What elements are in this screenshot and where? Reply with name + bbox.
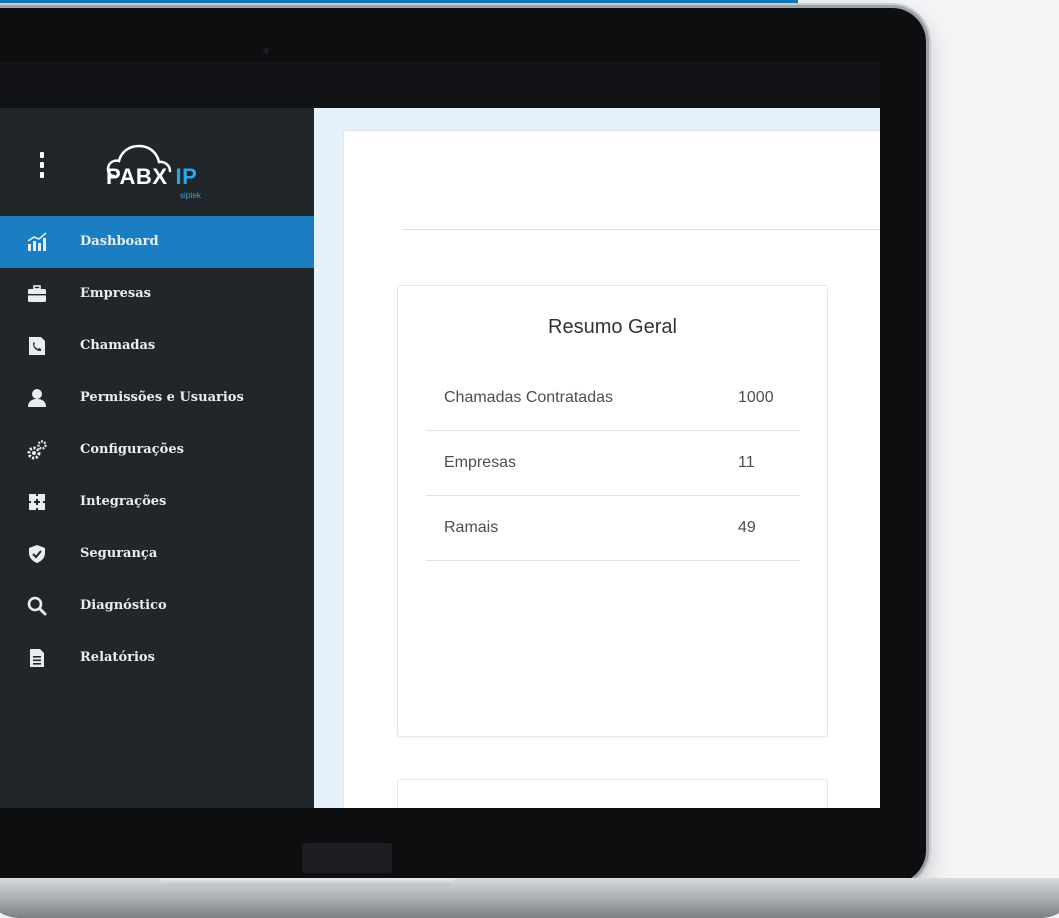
laptop-hinge: [302, 843, 392, 873]
laptop-base: [0, 878, 1059, 918]
briefcase-icon: [26, 283, 48, 305]
summary-row-value: 49: [738, 519, 756, 536]
menu-kebab-icon[interactable]: [32, 152, 52, 178]
panel-divider: [402, 229, 880, 230]
sidebar-item-label: Dashboard: [80, 234, 159, 249]
dashboard-chart-icon: [26, 231, 48, 253]
sidebar-nav: Dashboard Empresas Chamadas Permissões e…: [0, 216, 314, 684]
laptop-base-lip: [160, 878, 455, 886]
secondary-card: [397, 779, 828, 808]
shield-icon: [26, 543, 48, 565]
logo-accent: IP: [175, 164, 198, 189]
sidebar-item-label: Permissões e Usuarios: [80, 390, 244, 405]
sidebar-item-configuracoes[interactable]: Configurações: [0, 424, 314, 476]
phone-document-icon: [26, 335, 48, 357]
logo-subtitle: siptek: [180, 191, 201, 200]
user-icon: [26, 387, 48, 409]
sidebar-item-empresas[interactable]: Empresas: [0, 268, 314, 320]
sidebar-item-seguranca[interactable]: Segurança: [0, 528, 314, 580]
sidebar-item-dashboard[interactable]: Dashboard: [0, 216, 314, 268]
dashboard-panel: Resumo Geral Chamadas Contratadas 1000 E…: [343, 130, 880, 808]
search-icon: [26, 595, 48, 617]
sidebar-item-permissoes[interactable]: Permissões e Usuarios: [0, 372, 314, 424]
sidebar-item-label: Relatórios: [80, 650, 155, 665]
sidebar-item-label: Configurações: [80, 442, 184, 457]
sidebar-item-label: Empresas: [80, 286, 151, 301]
document-icon: [26, 647, 48, 669]
main-content: Resumo Geral Chamadas Contratadas 1000 E…: [314, 108, 880, 808]
pabx-ip-logo: PABX IP siptek: [100, 132, 230, 202]
summary-row: Ramais 49: [426, 496, 800, 561]
summary-row-label: Empresas: [444, 454, 517, 471]
sidebar-item-label: Diagnóstico: [80, 598, 167, 613]
browser-top-bar: [0, 62, 880, 108]
summary-row: Empresas 11: [426, 431, 800, 496]
sidebar-item-label: Chamadas: [80, 338, 156, 353]
laptop-screen: PABX IP siptek Dashboard Empresas Chamad…: [0, 62, 880, 808]
sidebar-item-chamadas[interactable]: Chamadas: [0, 320, 314, 372]
summary-row-value: 1000: [738, 389, 774, 406]
summary-row: Chamadas Contratadas 1000: [426, 366, 800, 431]
logo-wordmark: PABX: [106, 164, 168, 189]
sidebar-item-label: Integrações: [80, 494, 167, 509]
sidebar: PABX IP siptek Dashboard Empresas Chamad…: [0, 108, 314, 808]
summary-title: Resumo Geral: [548, 316, 677, 338]
puzzle-icon: [26, 491, 48, 513]
sidebar-header: PABX IP siptek: [0, 108, 314, 216]
summary-card: Resumo Geral Chamadas Contratadas 1000 E…: [397, 285, 828, 737]
sidebar-item-relatorios[interactable]: Relatórios: [0, 632, 314, 684]
sidebar-item-integracoes[interactable]: Integrações: [0, 476, 314, 528]
sidebar-item-label: Segurança: [80, 546, 158, 561]
summary-row-label: Ramais: [444, 519, 499, 536]
sidebar-item-diagnostico[interactable]: Diagnóstico: [0, 580, 314, 632]
summary-row-value: 11: [738, 454, 755, 471]
summary-row-label: Chamadas Contratadas: [444, 389, 613, 406]
gears-icon: [26, 439, 48, 461]
webcam: [263, 48, 269, 54]
